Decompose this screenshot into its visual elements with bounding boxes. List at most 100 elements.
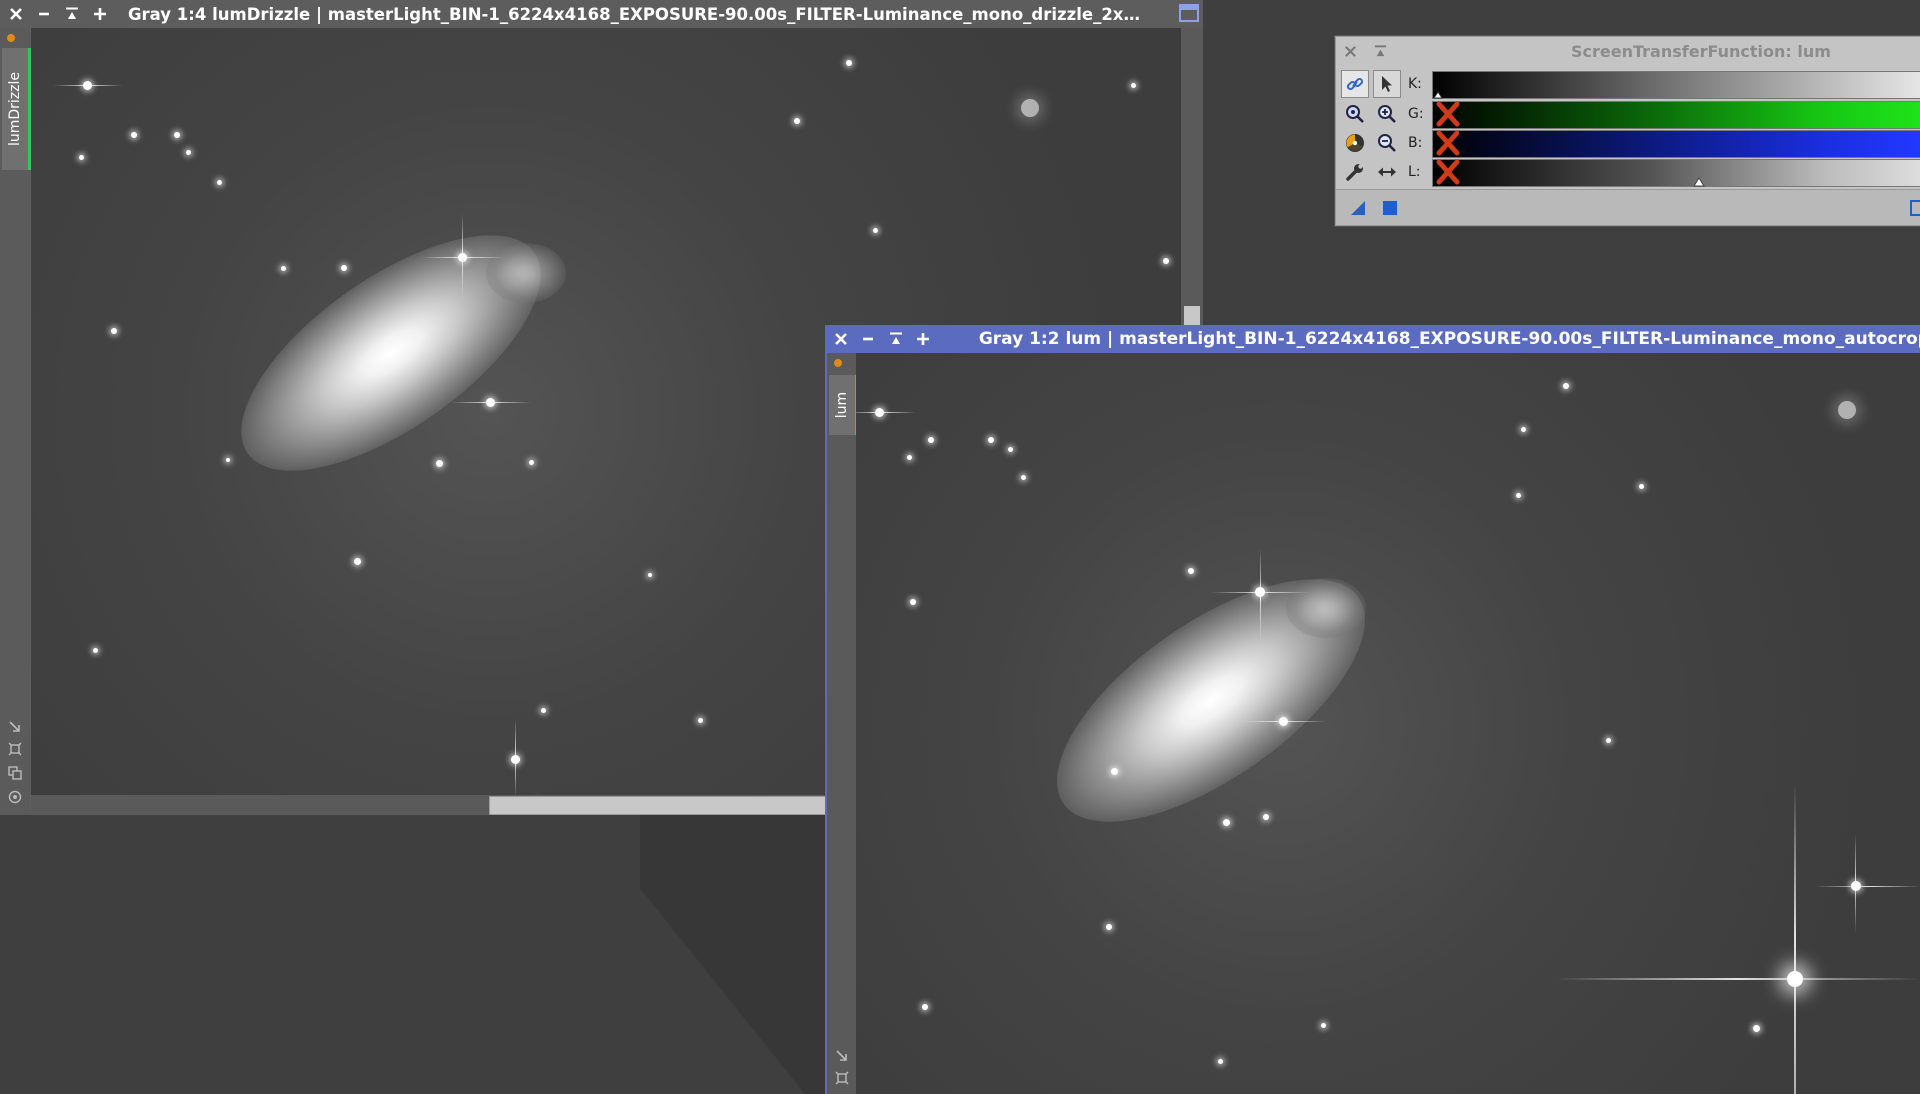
star [922, 1004, 928, 1010]
star [217, 180, 222, 185]
link-icon[interactable] [1341, 70, 1369, 98]
restore-window-icon[interactable] [1179, 4, 1199, 22]
star-spike [421, 257, 506, 258]
star [1516, 493, 1521, 498]
star [1521, 427, 1526, 432]
window-titlebar[interactable]: Gray 1:4 lumDrizzle | masterLight_BIN-1_… [0, 0, 1203, 28]
resize-icon[interactable] [835, 1049, 849, 1063]
view-identifier-tab[interactable]: lum [829, 375, 858, 435]
auto-stretch-icon[interactable] [1341, 129, 1369, 157]
image-window-lum[interactable]: Gray 1:2 lum | masterLight_BIN-1_6224x41… [825, 325, 1920, 1094]
star [928, 437, 934, 443]
star [541, 708, 546, 713]
fit-view-icon[interactable] [8, 742, 22, 756]
zoom-in-icon[interactable] [1373, 100, 1401, 128]
star-spike [462, 213, 463, 298]
minimize-icon[interactable] [30, 0, 58, 28]
horizontal-arrows-icon[interactable] [1373, 158, 1401, 186]
shade-icon[interactable] [58, 0, 86, 28]
star [907, 455, 912, 460]
star [846, 60, 852, 66]
star [1223, 819, 1230, 826]
star [111, 328, 117, 334]
reset-icon[interactable] [1910, 200, 1920, 216]
star [281, 266, 286, 271]
shadows-clip-marker[interactable] [1433, 91, 1443, 99]
star [186, 150, 191, 155]
close-icon[interactable] [2, 0, 30, 28]
stf-slider-b[interactable] [1432, 130, 1920, 158]
view-identifier-tab[interactable]: lumDrizzle [2, 48, 31, 170]
shade-icon[interactable] [1374, 45, 1387, 58]
stf-title: ScreenTransferFunction: lum [1571, 41, 1831, 61]
star [1106, 924, 1112, 930]
star [341, 265, 347, 271]
star [1838, 401, 1856, 419]
star [1021, 99, 1039, 117]
stf-slider-g[interactable] [1432, 101, 1920, 129]
stf-slider-k[interactable] [1432, 71, 1920, 99]
star [79, 155, 84, 160]
star-spike [856, 412, 916, 413]
star [1163, 258, 1169, 264]
window-title: Gray 1:2 lum | masterLight_BIN-1_6224x41… [978, 329, 1920, 349]
star [873, 228, 878, 233]
star [174, 132, 180, 138]
star [436, 460, 443, 467]
star-spike [1211, 592, 1311, 593]
view-left-strip: lum [825, 353, 858, 1094]
pointer-icon[interactable] [1373, 70, 1401, 98]
midtones-marker[interactable] [1693, 177, 1705, 187]
zoom-out-icon[interactable] [1373, 129, 1401, 157]
fit-view-icon[interactable] [835, 1071, 849, 1085]
resize-icon[interactable] [8, 720, 22, 734]
star-spike [53, 85, 123, 86]
close-icon[interactable] [827, 325, 854, 353]
star [226, 458, 230, 462]
minimize-icon[interactable] [854, 325, 881, 353]
star [1639, 484, 1644, 489]
target-icon[interactable] [8, 790, 22, 804]
star-spike [1794, 783, 1796, 1094]
new-instance-icon[interactable] [1350, 200, 1366, 216]
star [1218, 1059, 1223, 1064]
star [1111, 768, 1118, 775]
galaxy [204, 191, 578, 515]
star [1563, 383, 1569, 389]
star [1263, 814, 1269, 820]
maximize-icon[interactable] [86, 0, 114, 28]
stf-slider-l[interactable] [1432, 159, 1920, 187]
scrollbar-thumb[interactable] [489, 796, 828, 815]
shade-icon[interactable] [882, 325, 909, 353]
star [1606, 738, 1611, 743]
star-spike [1816, 886, 1920, 887]
maximize-icon[interactable] [909, 325, 936, 353]
view-identifier-label: lumDrizzle [7, 71, 23, 147]
close-icon[interactable] [1344, 45, 1357, 58]
star [1008, 447, 1013, 452]
stf-channel-label-l: L: [1408, 164, 1421, 180]
stf-tool-column [1341, 70, 1411, 190]
star [1021, 475, 1026, 480]
image-view-lum[interactable] [856, 353, 1920, 1094]
stf-channel-label-b: B: [1408, 135, 1423, 151]
stf-bottom-toolbar [1336, 189, 1920, 225]
view-identifier-label: lum [834, 391, 850, 419]
window-titlebar[interactable]: Gray 1:2 lum | masterLight_BIN-1_6224x41… [825, 325, 1920, 353]
stf-channel-label-k: K: [1408, 76, 1422, 92]
star [698, 718, 703, 723]
star [529, 460, 534, 465]
star [910, 599, 916, 605]
wrench-icon[interactable] [1341, 158, 1369, 186]
disabled-channel-b-icon [1436, 130, 1460, 156]
clone-view-icon[interactable] [8, 766, 22, 780]
star [794, 118, 800, 124]
star-spike [1556, 978, 1920, 980]
zoom-fit-icon[interactable] [1341, 100, 1369, 128]
star-spike [451, 402, 531, 403]
apply-global-icon[interactable] [1382, 200, 1398, 216]
star [1321, 1023, 1326, 1028]
stf-titlebar[interactable]: ScreenTransferFunction: lum [1336, 37, 1920, 65]
star [1753, 1025, 1760, 1032]
star [1131, 83, 1136, 88]
